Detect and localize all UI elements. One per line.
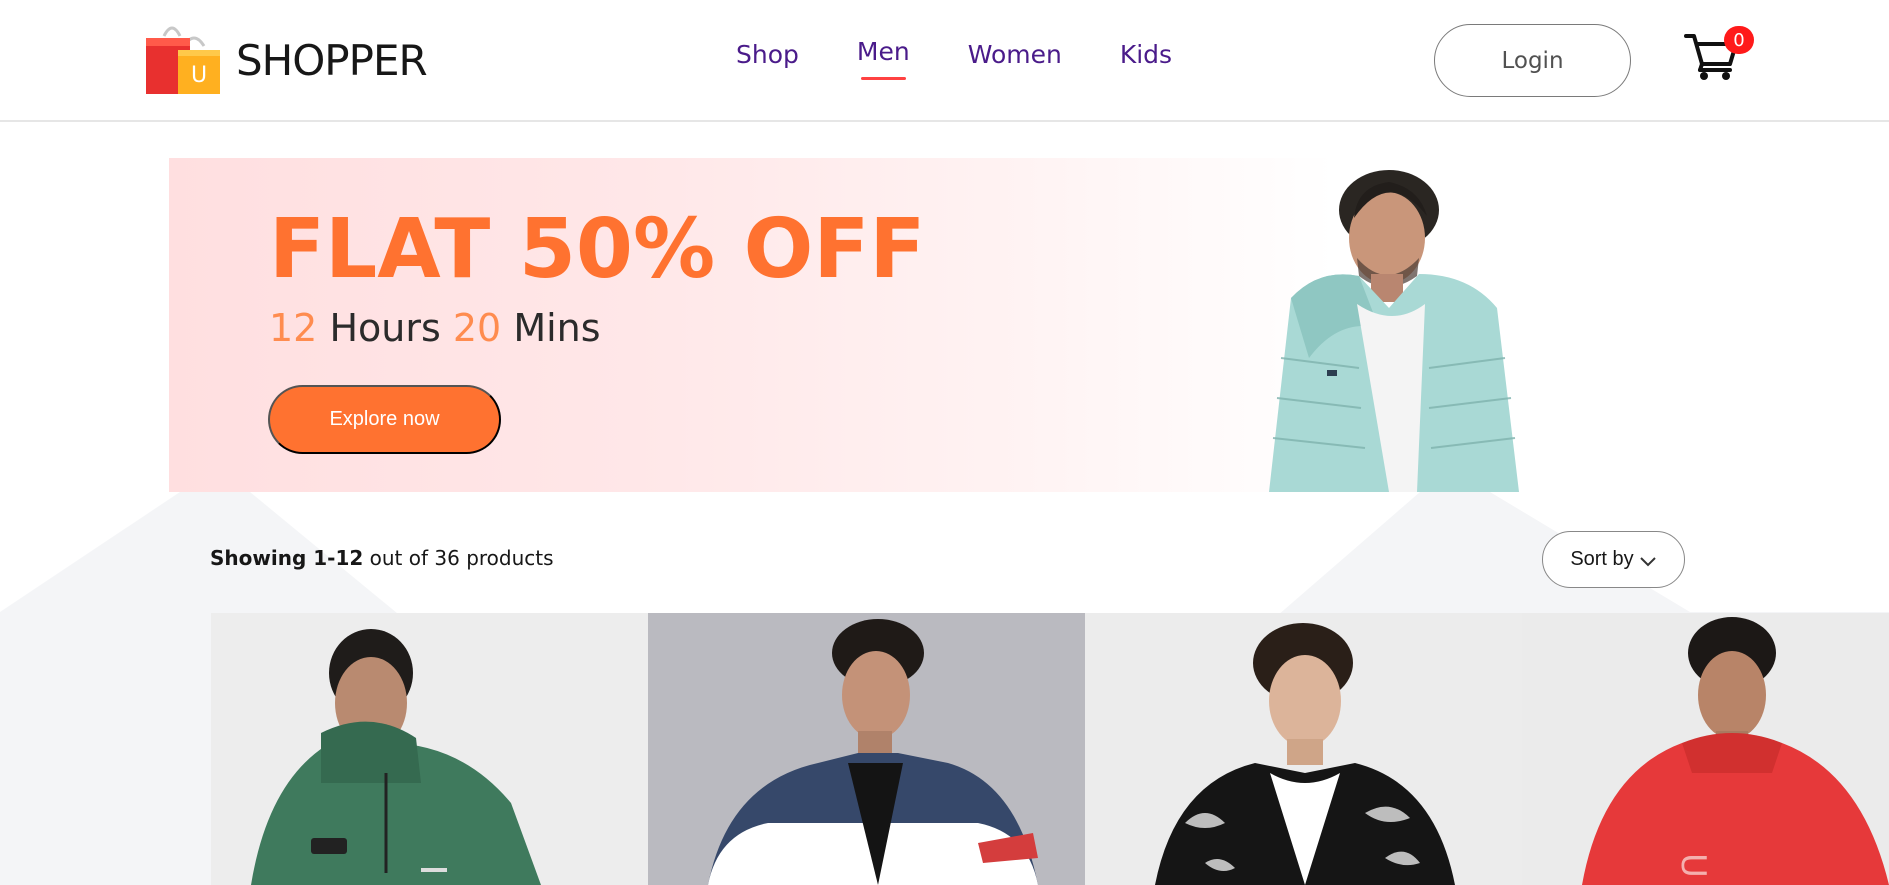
product-card[interactable] [211,613,648,885]
product-image: U R [1522,613,1889,885]
login-button[interactable]: Login [1434,24,1631,97]
results-count-range: Showing 1-12 [210,546,364,570]
nav-item-men[interactable]: Men [857,37,910,81]
hero-timer: 12 Hours 20 Mins [269,306,601,350]
shopping-bag-icon: U [146,26,220,94]
hero-title: FLAT 50% OFF [269,202,926,297]
svg-text:U R: U R [1673,853,1713,885]
product-card[interactable]: U R [1522,613,1889,885]
hero-banner: FLAT 50% OFF 12 Hours 20 Mins Explore no… [169,158,1724,492]
timer-mins-value: 20 [452,306,502,350]
hero-model-image [1269,170,1519,492]
product-image [211,613,648,885]
sort-by-dropdown[interactable]: Sort by [1542,531,1685,588]
sort-by-label: Sort by [1570,548,1634,570]
nav-item-shop[interactable]: Shop [736,40,799,84]
product-image [1085,613,1522,885]
nav-item-women[interactable]: Women [968,40,1062,84]
brand-name: SHOPPER [236,35,428,85]
product-card[interactable] [1085,613,1522,885]
timer-mins-label: Mins [513,306,601,350]
cart-count-badge: 0 [1724,26,1754,54]
site-header: U SHOPPER Shop Men Women Kids Login 0 [0,0,1889,122]
timer-hours-label: Hours [329,306,441,350]
explore-now-button[interactable]: Explore now [268,385,501,454]
svg-text:U: U [191,63,207,88]
chevron-down-icon [1639,556,1656,566]
main-nav: Shop Men Women Kids [736,37,1230,84]
product-image [648,613,1085,885]
nav-item-kids[interactable]: Kids [1120,40,1172,84]
results-count: Showing 1-12 out of 36 products [210,546,554,570]
timer-hours-value: 12 [269,306,318,350]
product-grid: U R [211,613,1889,885]
product-card[interactable] [648,613,1085,885]
results-count-total: out of 36 products [369,546,554,570]
brand-logo[interactable]: U SHOPPER [144,24,428,96]
